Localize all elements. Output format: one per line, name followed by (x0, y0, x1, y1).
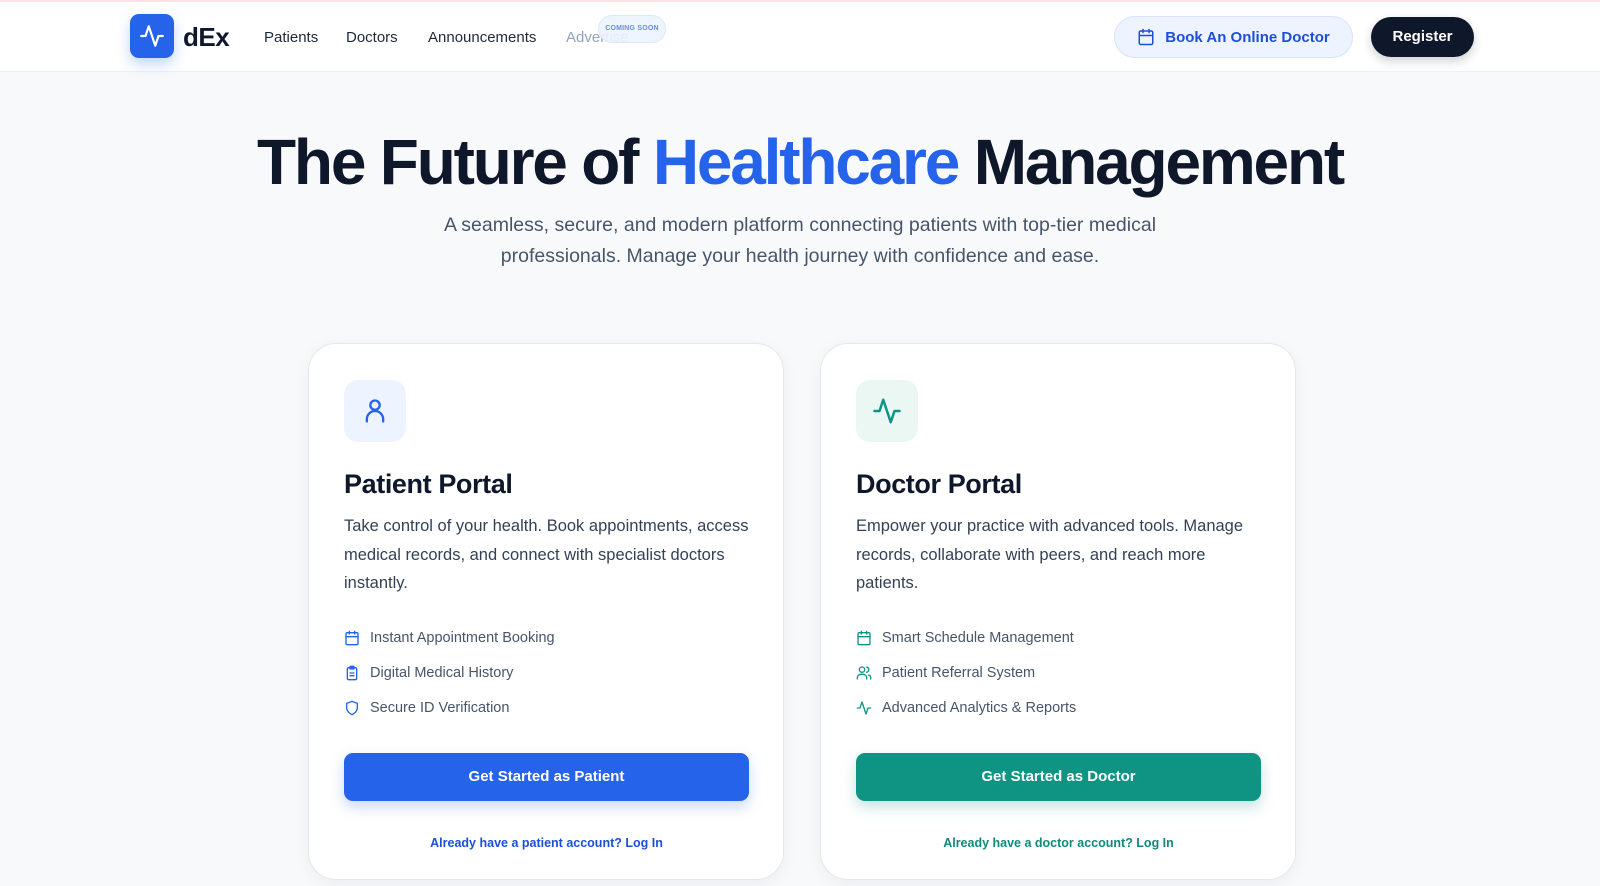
activity-icon (856, 701, 872, 715)
user-icon (365, 399, 385, 423)
calendar-icon (1138, 28, 1154, 46)
feature-label: Secure ID Verification (370, 700, 510, 716)
navbar: dEx Patients Doctors Announcements Adver… (0, 2, 1600, 72)
feature-item: Smart Schedule Management (856, 628, 1074, 648)
hero-title-start: The Future of (257, 126, 639, 198)
get-started-doctor-button[interactable]: Get Started as Doctor (856, 753, 1261, 801)
patient-portal-title: Patient Portal (344, 469, 513, 499)
nav-link-doctors[interactable]: Doctors (346, 28, 398, 48)
hero-title-end: Management (973, 126, 1345, 198)
brand-logo[interactable] (130, 14, 174, 58)
feature-label: Digital Medical History (370, 665, 514, 681)
coming-soon-badge: COMING SOON (598, 15, 666, 43)
hero-title-accent: Healthcare (652, 126, 960, 198)
nav-link-patients[interactable]: Patients (264, 28, 318, 48)
book-online-doctor-label: Book An Online Doctor (1165, 28, 1330, 46)
feature-item: Advanced Analytics & Reports (856, 698, 1076, 718)
doctor-portal-card: Doctor Portal Empower your practice with… (820, 343, 1296, 880)
doctor-portal-description: Empower your practice with advanced tool… (856, 517, 1244, 592)
patient-portal-description: Take control of your health. Book appoin… (344, 517, 749, 592)
feature-item: Secure ID Verification (344, 698, 509, 718)
register-button[interactable]: Register (1371, 17, 1474, 57)
feature-label: Patient Referral System (882, 665, 1036, 681)
hero-title: The Future of Healthcare Management (0, 124, 1600, 200)
doctor-portal-title: Doctor Portal (856, 469, 1022, 499)
clipboard-icon (346, 665, 358, 681)
get-started-patient-button[interactable]: Get Started as Patient (344, 753, 749, 801)
patient-portal-card: Patient Portal Take control of your heal… (308, 343, 784, 880)
doctor-login-link[interactable]: Already have a doctor account? Log In (856, 835, 1261, 851)
nav-link-announcements[interactable]: Announcements (428, 28, 536, 48)
feature-item: Digital Medical History (344, 663, 513, 683)
doctor-portal-icon-box (856, 380, 918, 442)
hero-subtitle: A seamless, secure, and modern platform … (443, 214, 1157, 267)
feature-item: Patient Referral System (856, 663, 1035, 683)
patient-login-link[interactable]: Already have a patient account? Log In (344, 835, 749, 851)
shield-icon (346, 700, 358, 716)
feature-label: Instant Appointment Booking (370, 630, 555, 646)
feature-item: Instant Appointment Booking (344, 628, 555, 648)
calendar-icon (345, 630, 359, 646)
feature-label: Smart Schedule Management (882, 630, 1074, 646)
brand-name[interactable]: dEx (183, 22, 230, 52)
patient-portal-icon-box (344, 380, 406, 442)
feature-label: Advanced Analytics & Reports (882, 700, 1077, 716)
book-online-doctor-button[interactable]: Book An Online Doctor (1114, 16, 1353, 58)
users-icon (856, 666, 872, 680)
activity-pulse-icon (140, 25, 164, 47)
calendar-icon (857, 630, 871, 646)
activity-icon (873, 398, 901, 424)
